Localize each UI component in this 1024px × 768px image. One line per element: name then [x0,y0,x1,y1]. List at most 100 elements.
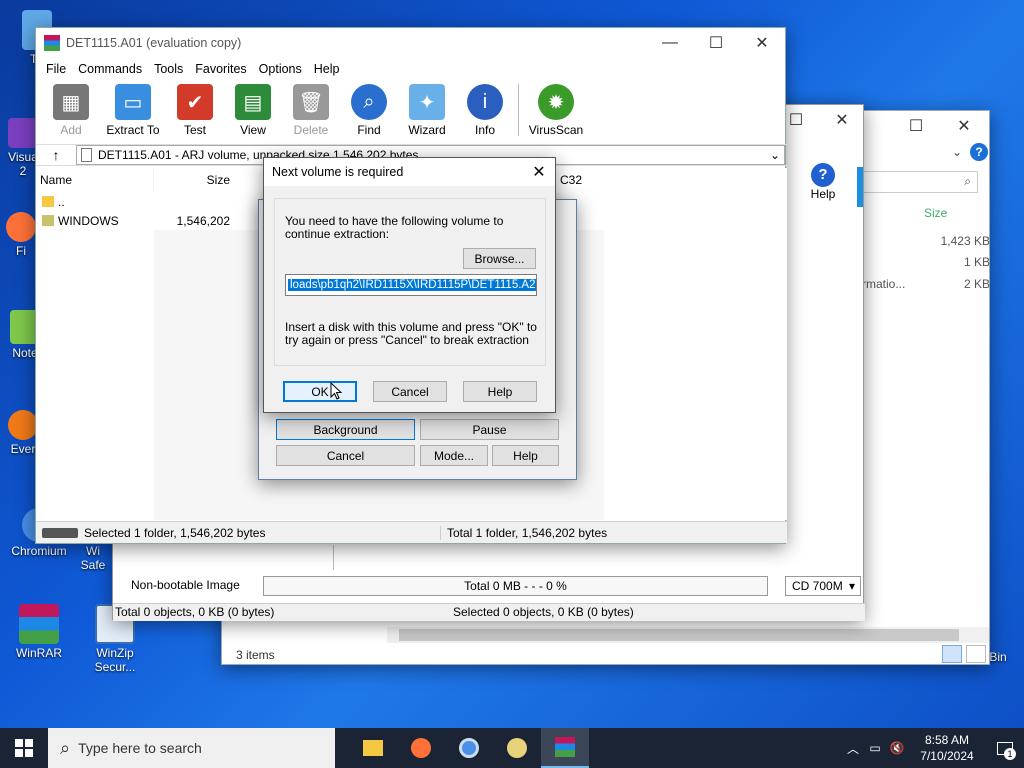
size-column-header[interactable]: Size [154,168,234,192]
cancel-button[interactable]: Cancel [373,381,447,402]
maximize-button[interactable]: ☐ [693,28,739,58]
message-group: You need to have the following volume to… [274,198,546,366]
menu-commands[interactable]: Commands [72,62,148,76]
test-archive-icon: ✔ [177,84,213,120]
image-type-label: Non-bootable Image [131,578,240,592]
find-button[interactable]: ⌕ Find [340,80,398,137]
trash-icon: 🗑 [293,84,329,120]
folder-icon [42,215,54,226]
browse-button[interactable]: Browse... [463,248,536,269]
magic-wand-icon: ✦ [409,84,445,120]
folder-icon [42,196,54,207]
chromium-taskbar-icon[interactable] [445,728,493,768]
visual-studio-icon [8,118,38,148]
notification-center-icon[interactable]: 1 [986,728,1024,768]
view-button[interactable]: ▤ View [224,80,282,137]
info-button[interactable]: i Info [456,80,514,137]
items-count: 3 items [236,648,275,662]
help-icon[interactable]: ? [970,143,988,161]
taskbar: ⌕ Type here to search ︿ ▭ 🔇 8:58 AM 7/10… [0,728,1024,768]
up-arrow-icon[interactable]: ↑ [36,147,76,163]
close-button[interactable]: ✕ [819,105,865,135]
menu-tools[interactable]: Tools [148,62,189,76]
file-size: 2 KB [963,277,990,291]
file-size: 1,423 KB [940,234,990,248]
delete-button[interactable]: 🗑 Delete [282,80,340,137]
size-column-header[interactable]: Size [924,206,947,220]
name-column-header[interactable]: Name [36,168,154,192]
clock[interactable]: 8:58 AM 7/10/2024 [908,732,986,764]
desktop-icon-winrar[interactable]: WinRAR [4,604,74,660]
search-box[interactable]: ⌕ Type here to search [48,728,335,768]
title-bar: DET1115.A01 (evaluation copy) — ☐ ✕ [36,28,785,58]
firefox-taskbar-icon[interactable] [397,728,445,768]
toolbar: ▦ Add ▭ Extract To ✔ Test ▤ View 🗑 Delete ⌕ Fi… [36,80,785,142]
magnifier-icon: ⌕ [351,84,387,120]
extract-to-button[interactable]: ▭ Extract To [100,80,166,137]
menu-options[interactable]: Options [253,62,308,76]
disc-taskbar-icon[interactable] [493,728,541,768]
start-button[interactable] [0,728,48,768]
pane-divider [333,545,334,570]
test-button[interactable]: ✔ Test [166,80,224,137]
message-text: You need to have the following volume to… [285,214,504,241]
volume-muted-icon[interactable]: 🔇 [886,741,908,755]
search-icon: ⌕ [964,174,971,188]
add-archive-icon: ▦ [53,84,89,120]
everything-icon [8,410,38,440]
cancel-button[interactable]: Cancel [276,445,415,466]
info-icon: i [467,84,503,120]
add-button[interactable]: ▦ Add [42,80,100,137]
wizard-button[interactable]: ✦ Wizard [398,80,456,137]
horizontal-scrollbar[interactable] [387,627,989,643]
maximize-button[interactable]: ☐ [892,111,940,141]
file-size: 1 KB [963,255,990,269]
help-button[interactable]: Help [463,381,537,402]
network-icon[interactable]: ▭ [864,741,886,755]
winrar-taskbar-icon[interactable] [541,728,589,768]
virus-icon: ✹ [538,84,574,120]
status-total: Total 0 objects, 0 KB (0 bytes) [115,605,275,619]
pause-button[interactable]: Pause [420,419,559,440]
chevron-up-icon[interactable]: ︿ [842,740,864,757]
status-bar: Selected 1 folder, 1,546,202 bytes Total… [36,521,787,543]
status-total: Total 1 folder, 1,546,202 bytes [440,525,607,540]
status-selected: Selected 1 folder, 1,546,202 bytes [84,525,266,540]
menu-favorites[interactable]: Favorites [189,62,252,76]
chevron-down-icon[interactable]: ⌄ [952,145,962,159]
drive-icon [42,527,78,538]
chevron-down-icon: ▾ [848,579,855,593]
document-icon [81,148,92,162]
winrar-books-icon [19,604,59,644]
close-button[interactable]: ✕ [739,28,785,58]
help-icon: ? [811,163,835,187]
crc-column-header[interactable]: C32 [556,168,604,192]
firefox-icon [6,212,36,242]
help-toolbar-button[interactable]: ? Help [793,163,853,201]
windows-logo-icon [15,739,33,757]
menu-bar: File Commands Tools Favorites Options He… [36,58,785,80]
menu-file[interactable]: File [40,62,72,76]
tiles-view-icon[interactable] [966,645,986,663]
close-button[interactable]: ✕ [940,111,988,141]
instruction-text: Insert a disk with this volume and press… [285,320,537,347]
details-view-icon[interactable] [942,645,962,663]
virusscan-button[interactable]: ✹ VirusScan [523,80,589,137]
view-book-icon: ▤ [235,84,271,120]
background-button[interactable]: Background [276,419,415,440]
minimize-button[interactable]: — [647,28,693,58]
mode-button[interactable]: Mode... [420,445,488,466]
volume-path-field[interactable]: loads\pb1qh2\IRD1115X\IRD1115P\DET1115.A… [285,274,537,296]
help-button[interactable]: Help [492,445,559,466]
close-icon[interactable]: ✕ [523,162,555,182]
ok-button[interactable]: OK [283,381,357,402]
file-explorer-taskbar-icon[interactable] [349,728,397,768]
search-box[interactable]: ⌕ [862,171,978,193]
mouse-cursor [330,382,342,400]
toolbar-separator [518,84,519,136]
menu-help[interactable]: Help [308,62,346,76]
media-select[interactable]: CD 700M ▾ [785,576,861,596]
chevron-down-icon[interactable]: ⌄ [770,148,784,162]
window-title: DET1115.A01 (evaluation copy) [66,36,242,50]
accent-bar [857,167,863,207]
